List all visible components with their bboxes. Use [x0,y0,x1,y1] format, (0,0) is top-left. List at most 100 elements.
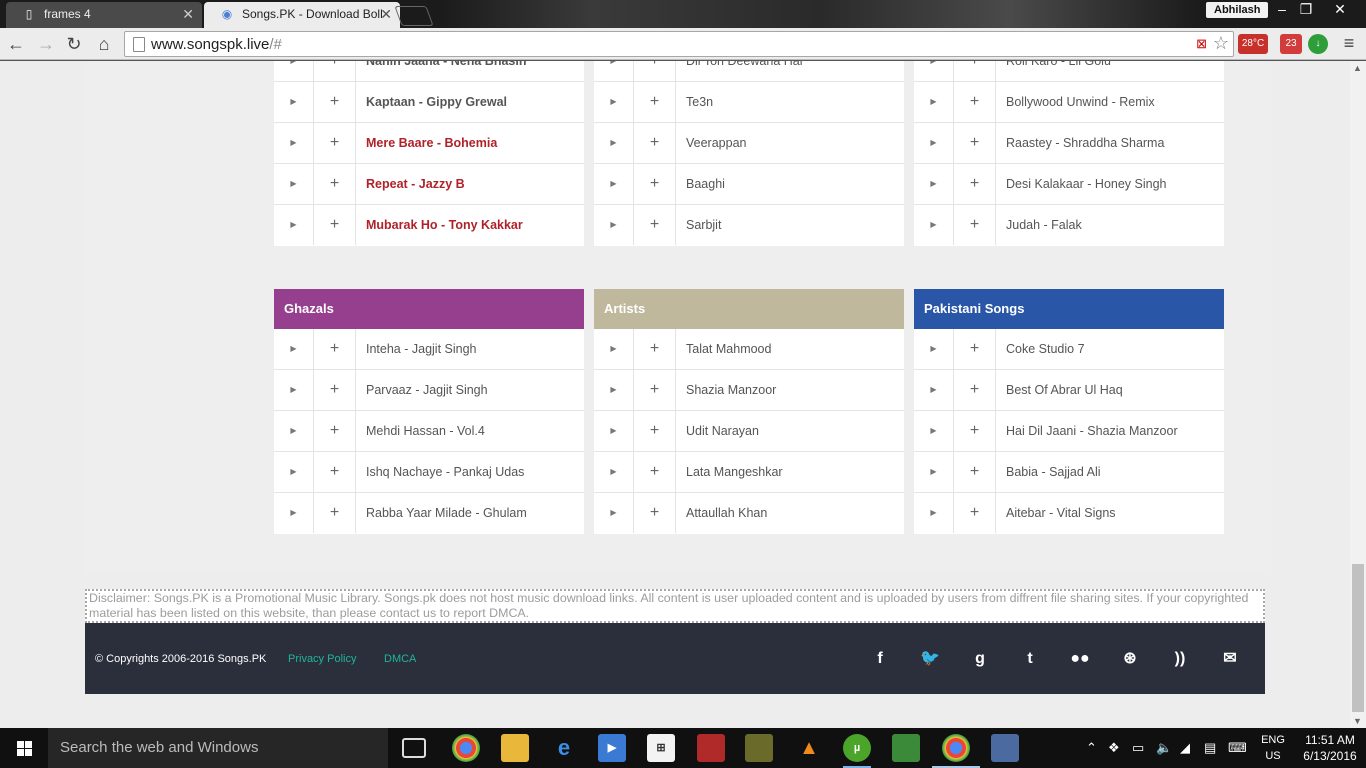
play-icon[interactable]: ▶ [274,493,314,533]
add-to-playlist-icon[interactable]: + [954,370,996,410]
profile-button[interactable]: Abhilash [1206,2,1269,18]
close-window-icon[interactable]: ✕ [1326,0,1354,18]
add-to-playlist-icon[interactable]: + [634,493,676,533]
play-icon[interactable]: ▶ [914,411,954,451]
add-to-playlist-icon[interactable]: + [314,411,356,451]
forward-icon[interactable]: → [34,32,58,56]
column-heading[interactable]: Artists [594,289,904,329]
task-view-icon[interactable] [402,738,426,758]
taskbar-search-box[interactable]: Search the web and Windows [48,728,388,768]
song-title-link[interactable]: Nahin Jaana - Neha Bhasin [366,61,526,81]
add-to-playlist-icon[interactable]: + [314,61,356,81]
add-to-playlist-icon[interactable]: + [314,493,356,533]
add-to-playlist-icon[interactable]: + [954,411,996,451]
photo-viewer-icon[interactable] [991,734,1019,762]
scroll-down-icon[interactable]: ▼ [1353,716,1362,726]
dribbble-icon[interactable]: ⊛ [1118,647,1142,671]
song-title-link[interactable]: Raastey - Shraddha Sharma [1006,123,1164,163]
play-icon[interactable]: ▶ [274,370,314,410]
column-heading[interactable]: Ghazals [274,289,584,329]
play-icon[interactable]: ▶ [594,452,634,492]
media-player-icon[interactable]: ▶ [598,734,626,762]
taskbar-clock[interactable]: 11:51 AM 6/13/2016 [1295,732,1365,764]
add-to-playlist-icon[interactable]: + [634,452,676,492]
song-title-link[interactable]: Hai Dil Jaani - Shazia Manzoor [1006,411,1178,451]
network-icon[interactable]: ◢ [1180,740,1190,756]
add-to-playlist-icon[interactable]: + [954,164,996,204]
add-to-playlist-icon[interactable]: + [314,123,356,163]
song-title-link[interactable]: Attaullah Khan [686,493,767,533]
song-title-link[interactable]: Lata Mangeshkar [686,452,783,492]
song-title-link[interactable]: Baaghi [686,164,725,204]
chrome-active-taskbar-icon[interactable] [942,734,970,762]
song-title-link[interactable]: Udit Narayan [686,411,759,451]
page-scrollbar[interactable]: ▲ ▼ [1350,61,1366,728]
song-title-link[interactable]: Judah - Falak [1006,205,1082,245]
email-icon[interactable]: ✉ [1218,647,1242,671]
song-title-link[interactable]: Rabba Yaar Milade - Ghulam [366,493,527,533]
internet-explorer-icon[interactable]: e [550,734,578,762]
input-language[interactable]: ENG US [1258,732,1288,764]
chrome-taskbar-icon[interactable] [452,734,480,762]
dmca-link[interactable]: DMCA [384,653,416,665]
song-title-link[interactable]: Mubarak Ho - Tony Kakkar [366,205,523,245]
privacy-policy-link[interactable]: Privacy Policy [288,653,356,665]
add-to-playlist-icon[interactable]: + [634,205,676,245]
vlc-icon[interactable]: ▲ [795,734,823,762]
add-to-playlist-icon[interactable]: + [314,82,356,122]
flickr-icon[interactable]: ●● [1068,647,1092,671]
add-to-playlist-icon[interactable]: + [634,411,676,451]
song-title-link[interactable]: Aitebar - Vital Signs [1006,493,1116,533]
song-title-link[interactable]: Ishq Nachaye - Pankaj Udas [366,452,524,492]
add-to-playlist-icon[interactable]: + [954,493,996,533]
song-title-link[interactable]: Bollywood Unwind - Remix [1006,82,1155,122]
scrollbar-thumb[interactable] [1352,564,1364,712]
add-to-playlist-icon[interactable]: + [954,123,996,163]
play-icon[interactable]: ▶ [594,61,634,81]
keyboard-icon[interactable]: ⌨ [1228,740,1247,756]
game-app-icon[interactable] [697,734,725,762]
add-to-playlist-icon[interactable]: + [634,370,676,410]
download-extension-icon[interactable]: ↓ [1308,34,1328,54]
play-icon[interactable]: ▶ [274,452,314,492]
add-to-playlist-icon[interactable]: + [314,370,356,410]
song-title-link[interactable]: Mere Baare - Bohemia [366,123,497,163]
song-title-link[interactable]: Babia - Sajjad Ali [1006,452,1101,492]
weather-extension[interactable]: 28°C [1238,34,1268,54]
play-icon[interactable]: ▶ [594,370,634,410]
play-icon[interactable]: ▶ [274,123,314,163]
bookmark-star-icon[interactable]: ☆ [1213,33,1229,54]
add-to-playlist-icon[interactable]: + [634,329,676,369]
scroll-up-icon[interactable]: ▲ [1353,63,1362,73]
facebook-icon[interactable]: f [868,647,892,671]
song-title-link[interactable]: Sarbjit [686,205,721,245]
play-icon[interactable]: ▶ [274,61,314,81]
volume-icon[interactable]: 🔈 [1156,740,1172,756]
column-heading[interactable]: Pakistani Songs [914,289,1224,329]
tab-songspk[interactable]: ◉ Songs.PK - Download Boll ✕ [204,2,400,28]
restore-icon[interactable]: ❐ [1292,0,1320,18]
play-icon[interactable]: ▶ [594,205,634,245]
add-to-playlist-icon[interactable]: + [314,452,356,492]
play-icon[interactable]: ▶ [914,493,954,533]
windows-start-button[interactable] [0,728,48,768]
add-to-playlist-icon[interactable]: + [954,452,996,492]
add-to-playlist-icon[interactable]: + [314,205,356,245]
play-icon[interactable]: ▶ [914,329,954,369]
add-to-playlist-icon[interactable]: + [634,123,676,163]
add-to-playlist-icon[interactable]: + [954,82,996,122]
add-to-playlist-icon[interactable]: + [954,205,996,245]
tumblr-icon[interactable]: t [1018,647,1042,671]
song-title-link[interactable]: Te3n [686,82,713,122]
play-icon[interactable]: ▶ [594,82,634,122]
play-icon[interactable]: ▶ [914,61,954,81]
song-title-link[interactable]: Dil Toh Deewana Hai [686,61,803,81]
back-icon[interactable]: ← [4,32,28,56]
song-title-link[interactable]: Best Of Abrar Ul Haq [1006,370,1123,410]
add-to-playlist-icon[interactable]: + [634,82,676,122]
play-icon[interactable]: ▶ [594,123,634,163]
file-explorer-icon[interactable] [501,734,529,762]
dropbox-tray-icon[interactable]: ❖ [1108,740,1120,756]
play-icon[interactable]: ▶ [274,205,314,245]
action-center-icon[interactable]: ▤ [1204,740,1216,756]
